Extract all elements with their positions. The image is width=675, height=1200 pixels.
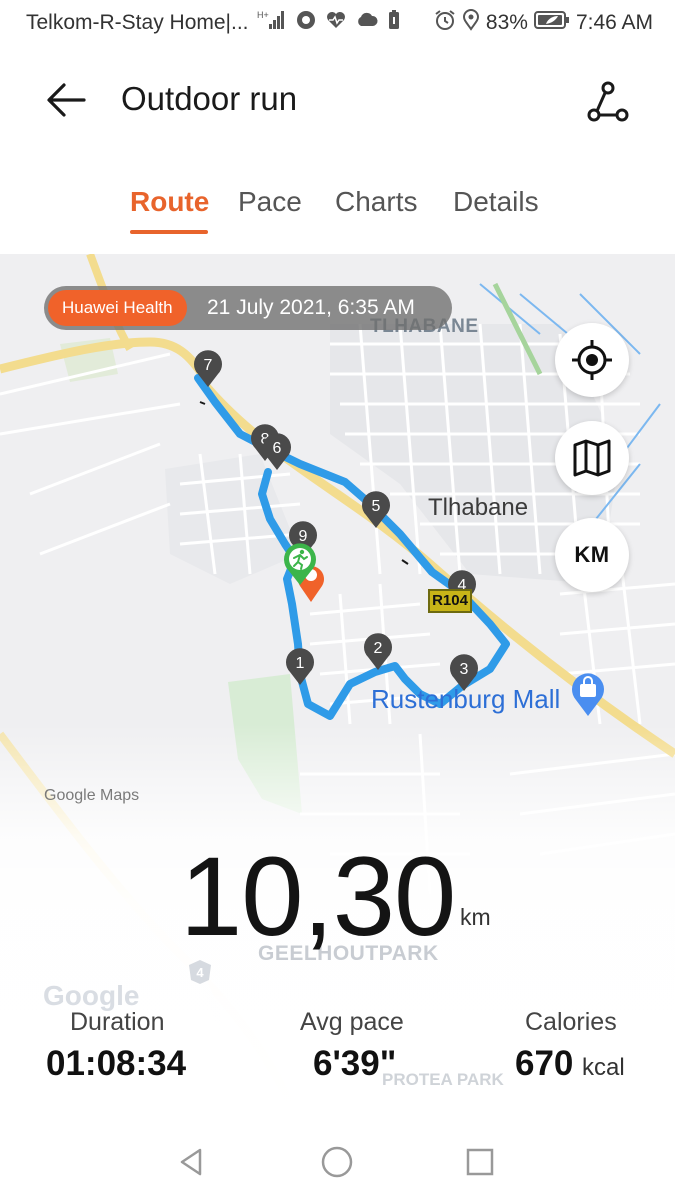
system-nav-bar — [0, 1124, 675, 1200]
recents-square-icon — [466, 1148, 494, 1176]
location-icon — [462, 9, 480, 37]
workout-date: 21 July 2021, 6:35 AM — [207, 296, 415, 319]
alarm-icon — [434, 9, 456, 37]
svg-text:2: 2 — [374, 640, 383, 657]
battery-icon — [533, 10, 570, 36]
km-marker-2[interactable]: 2 — [360, 630, 396, 672]
km-marker-6[interactable]: 6 — [259, 430, 295, 472]
source-badge: Huawei Health — [48, 290, 187, 326]
crosshair-icon — [572, 340, 612, 380]
tab-bar: Route Pace Charts Details — [0, 180, 675, 240]
map-label-mall[interactable]: Rustenburg Mall — [371, 684, 560, 715]
start-runner-pin-icon[interactable] — [280, 541, 320, 587]
shopping-bag-icon[interactable] — [570, 672, 606, 718]
battery-percent: 83% — [485, 11, 528, 34]
duration-label: Duration — [70, 1008, 165, 1036]
km-marker-1[interactable]: 1 — [282, 645, 318, 687]
back-triangle-icon — [180, 1148, 202, 1176]
svg-text:4: 4 — [196, 965, 204, 980]
nav-recents-button[interactable] — [460, 1142, 500, 1182]
arrow-left-icon — [47, 83, 86, 117]
svg-text:3: 3 — [460, 661, 469, 678]
clock-time: 7:46 AM — [575, 11, 653, 34]
calories-unit: kcal — [582, 1054, 625, 1081]
map-label-area: Tlhabane — [428, 494, 529, 521]
road-shield: R104 — [428, 589, 472, 613]
svg-text:H+: H+ — [257, 10, 269, 20]
page-title: Outdoor run — [121, 80, 298, 117]
share-route-button[interactable] — [582, 78, 634, 126]
back-button[interactable] — [40, 76, 92, 124]
map-attribution: Google Maps — [44, 787, 140, 804]
route-map[interactable]: 7 8 6 5 9 4 2 1 3 TLHABANE Tlhabane R104… — [0, 254, 675, 1124]
tab-charts[interactable]: Charts — [335, 186, 417, 218]
tab-details[interactable]: Details — [453, 186, 539, 218]
cloud-icon — [355, 10, 379, 36]
km-marker-7[interactable]: 7 — [190, 347, 226, 389]
map-label-suburb-partial: PROTEA PARK — [382, 1070, 504, 1089]
signal-icon: H+ — [257, 9, 287, 37]
calories-value: 670 — [515, 1044, 574, 1083]
distance-unit: km — [460, 904, 491, 930]
status-right: 83% 7:46 AM — [434, 9, 653, 37]
svg-text:6: 6 — [273, 440, 282, 457]
duration-value: 01:08:34 — [46, 1044, 187, 1083]
svg-text:5: 5 — [372, 498, 381, 515]
unit-toggle-button[interactable]: KM — [555, 518, 629, 592]
status-bar: Telkom-R-Stay Home|... H+ 83% 7:46 AM — [0, 0, 675, 46]
share-route-icon — [587, 81, 629, 122]
carrier-name: Telkom-R-Stay Home|... — [26, 11, 249, 34]
heart-rate-icon — [325, 9, 347, 37]
app-bar: Outdoor run — [0, 58, 675, 142]
battery-saver-icon — [387, 9, 401, 37]
record-icon — [295, 9, 317, 37]
home-circle-icon — [321, 1146, 353, 1178]
active-tab-indicator — [130, 230, 208, 234]
avg-pace-label: Avg pace — [300, 1008, 404, 1036]
map-icon — [573, 439, 611, 477]
tab-pace[interactable]: Pace — [238, 186, 302, 218]
workout-date-pill: Huawei Health 21 July 2021, 6:35 AM — [44, 286, 452, 330]
tab-route[interactable]: Route — [130, 186, 209, 218]
calories-label: Calories — [525, 1008, 617, 1036]
svg-text:1: 1 — [296, 655, 305, 672]
svg-text:7: 7 — [204, 357, 213, 374]
nav-back-button[interactable] — [172, 1142, 212, 1182]
distance-value: 10,30 — [180, 834, 456, 959]
km-marker-5[interactable]: 5 — [358, 488, 394, 530]
nav-home-button[interactable] — [317, 1142, 357, 1182]
locate-button[interactable] — [555, 323, 629, 397]
unit-label: KM — [574, 542, 610, 567]
map-type-button[interactable] — [555, 421, 629, 495]
status-icons: H+ — [257, 9, 401, 37]
road-number-shield: 4 — [189, 960, 211, 984]
avg-pace-value: 6'39" — [313, 1044, 397, 1083]
